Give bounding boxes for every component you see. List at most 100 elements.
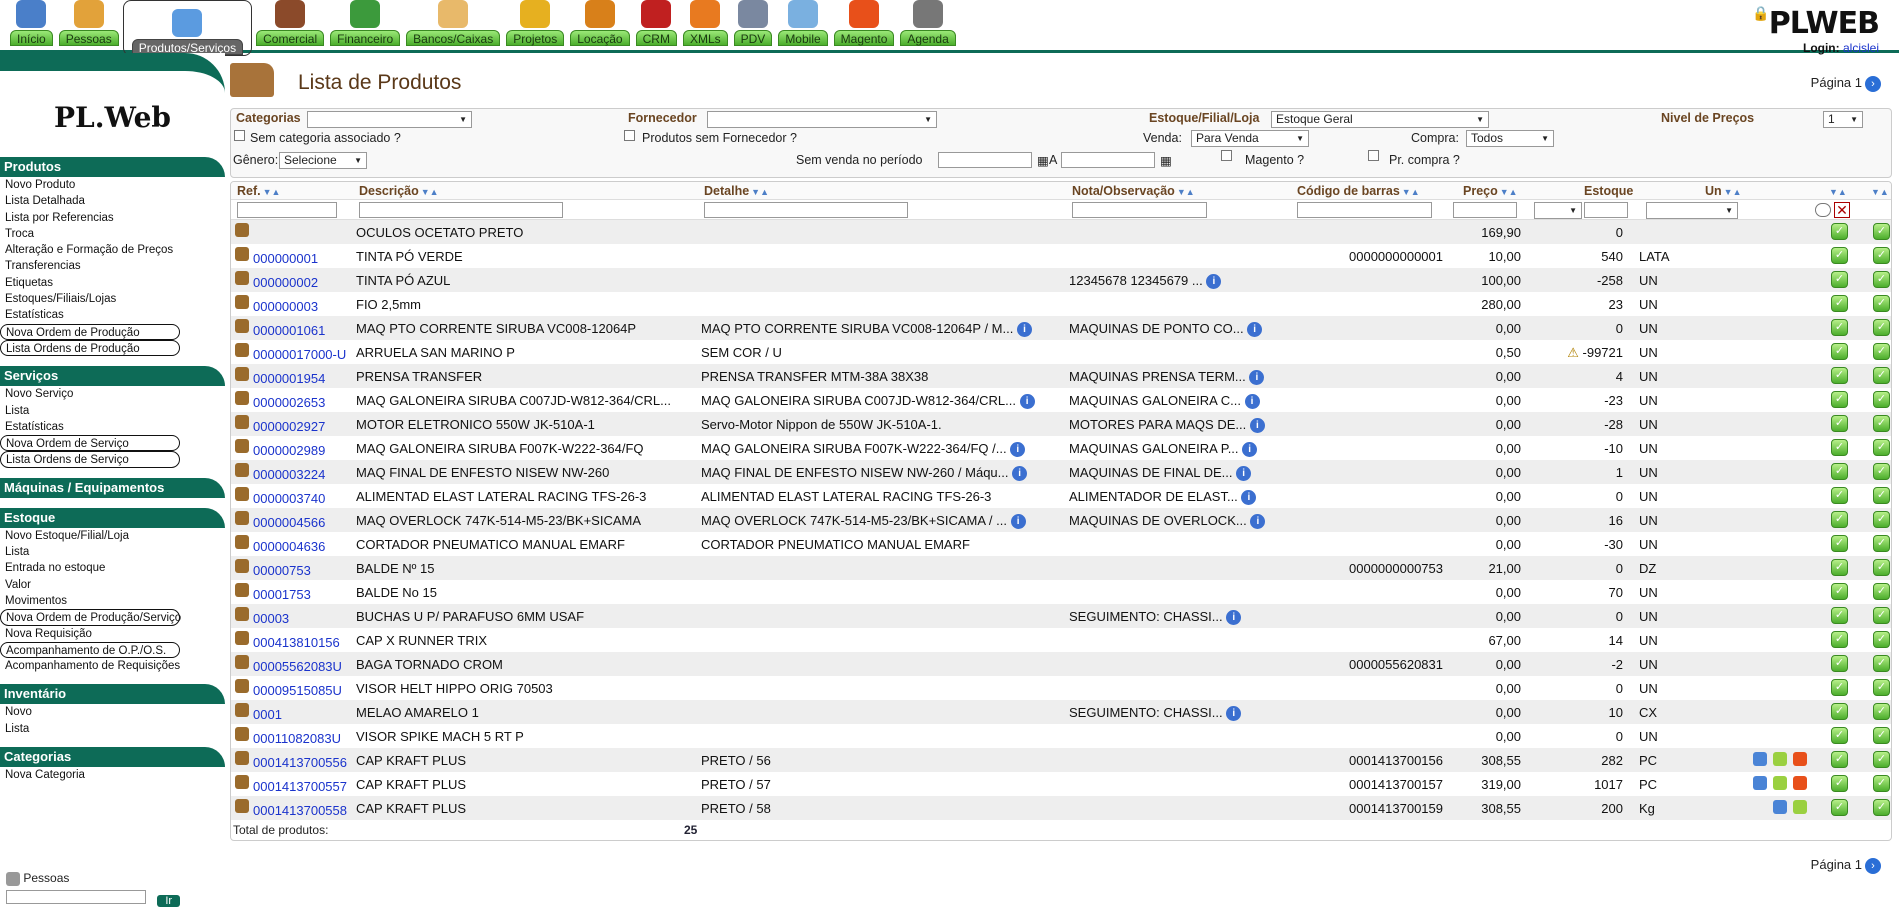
people-search-input[interactable] bbox=[6, 889, 146, 904]
select-row-icon[interactable]: ✓ bbox=[1831, 391, 1848, 408]
preco-compra-checkbox[interactable] bbox=[1368, 150, 1379, 161]
table-row[interactable]: 0000004566 MAQ OVERLOCK 747K-514-M5-23/BK… bbox=[231, 508, 1891, 532]
pagination-bottom[interactable]: Página 1 › bbox=[1811, 857, 1881, 874]
filter-un-select[interactable] bbox=[1646, 202, 1738, 219]
table-row[interactable]: 000413810156 CAP X RUNNER TRIX 67,00 14 UN ✓ ✓ bbox=[231, 628, 1891, 652]
product-box-icon[interactable] bbox=[235, 535, 249, 549]
edit-row-icon[interactable]: ✓ bbox=[1873, 799, 1890, 816]
ref-link[interactable]: 00003 bbox=[253, 611, 289, 626]
table-row[interactable]: 00001753 BALDE No 15 0,00 70 UN ✓ ✓ bbox=[231, 580, 1891, 604]
ref-link[interactable]: 00000017000-U bbox=[253, 347, 346, 362]
edit-row-icon[interactable]: ✓ bbox=[1873, 655, 1890, 672]
info-icon[interactable]: i bbox=[1241, 490, 1257, 506]
ref-link[interactable]: 00005562083U bbox=[253, 659, 342, 674]
sidebar-item[interactable]: Troca bbox=[0, 226, 225, 242]
edit-row-icon[interactable]: ✓ bbox=[1873, 775, 1890, 792]
product-box-icon[interactable] bbox=[235, 295, 249, 309]
sidebar-item[interactable]: Novo Produto bbox=[0, 177, 225, 193]
sidebar-item[interactable]: Nova Ordem de Serviço bbox=[0, 435, 180, 452]
product-box-icon[interactable] bbox=[235, 223, 249, 237]
select-row-icon[interactable]: ✓ bbox=[1831, 799, 1848, 816]
table-row[interactable]: 000000002 TINTA PÓ AZUL 12345678 12345679 … bbox=[231, 268, 1891, 292]
sidebar-item[interactable]: Lista bbox=[0, 403, 225, 419]
table-row[interactable]: 0000002927 MOTOR ELETRONICO 550W JK-510A-… bbox=[231, 412, 1891, 436]
select-row-icon[interactable]: ✓ bbox=[1831, 343, 1848, 360]
select-row-icon[interactable]: ✓ bbox=[1831, 295, 1848, 312]
edit-row-icon[interactable]: ✓ bbox=[1873, 295, 1890, 312]
table-row[interactable]: 00009515085U VISOR HELT HIPPO ORIG 70503 0… bbox=[231, 676, 1891, 700]
select-row-icon[interactable]: ✓ bbox=[1831, 775, 1848, 792]
select-row-icon[interactable]: ✓ bbox=[1831, 655, 1848, 672]
table-row[interactable]: 00011082083U VISOR SPIKE MACH 5 RT P 0,00 0… bbox=[231, 724, 1891, 748]
product-box-icon[interactable] bbox=[235, 631, 249, 645]
fornecedor-select[interactable] bbox=[707, 111, 937, 128]
col-estoque[interactable]: Estoque bbox=[1584, 184, 1633, 198]
product-box-icon[interactable] bbox=[235, 487, 249, 501]
edit-row-icon[interactable]: ✓ bbox=[1873, 631, 1890, 648]
select-row-icon[interactable]: ✓ bbox=[1831, 271, 1848, 288]
ref-link[interactable]: 00001753 bbox=[253, 587, 311, 602]
table-row[interactable]: 0001 MELAO AMARELO 1 SEGUIMENTO: CHASSI...… bbox=[231, 700, 1891, 724]
edit-row-icon[interactable]: ✓ bbox=[1873, 703, 1890, 720]
nav-item-8[interactable]: CRM bbox=[634, 0, 679, 46]
select-row-icon[interactable]: ✓ bbox=[1831, 511, 1848, 528]
filter-preco-input[interactable] bbox=[1453, 202, 1517, 218]
filter-codigo-input[interactable] bbox=[1297, 202, 1432, 218]
col-nota[interactable]: Nota/Observação ▼▲ bbox=[1072, 184, 1195, 198]
sidebar-section-title[interactable]: Serviços bbox=[0, 366, 225, 387]
select-row-icon[interactable]: ✓ bbox=[1831, 559, 1848, 576]
table-row[interactable]: 00000017000-U ARRUELA SAN MARINO P SEM COR… bbox=[231, 340, 1891, 364]
next-page-icon[interactable]: › bbox=[1865, 76, 1881, 92]
info-icon[interactable]: i bbox=[1016, 322, 1032, 338]
ref-link[interactable]: 000000002 bbox=[253, 275, 318, 290]
nav-item-11[interactable]: Mobile bbox=[776, 0, 829, 46]
info-icon[interactable]: i bbox=[1249, 418, 1265, 434]
product-box-icon[interactable] bbox=[235, 727, 249, 741]
product-box-icon[interactable] bbox=[235, 559, 249, 573]
nav-item-4[interactable]: Financeiro bbox=[328, 0, 402, 46]
clear-filter-icon[interactable]: ✕ bbox=[1834, 202, 1850, 218]
pagination-top[interactable]: Página 1 › bbox=[1811, 75, 1881, 92]
edit-row-icon[interactable]: ✓ bbox=[1873, 439, 1890, 456]
venda-select[interactable]: Para Venda bbox=[1191, 130, 1309, 147]
select-row-icon[interactable]: ✓ bbox=[1831, 223, 1848, 240]
ref-link[interactable]: 0001 bbox=[253, 707, 282, 722]
ref-link[interactable]: 00011082083U bbox=[253, 731, 341, 746]
next-page-icon[interactable]: › bbox=[1865, 858, 1881, 874]
select-row-icon[interactable]: ✓ bbox=[1831, 703, 1848, 720]
picture-icon[interactable] bbox=[1753, 776, 1767, 790]
col-preco[interactable]: Preço ▼▲ bbox=[1463, 184, 1518, 198]
sidebar-item[interactable]: Estatísticas bbox=[0, 307, 225, 323]
filter-estoque-input[interactable] bbox=[1584, 202, 1628, 218]
table-row[interactable]: 0001413700557 CAP KRAFT PLUS PRETO / 57 000… bbox=[231, 772, 1891, 796]
ref-link[interactable]: 0001413700558 bbox=[253, 803, 347, 818]
info-icon[interactable]: i bbox=[1244, 394, 1260, 410]
info-icon[interactable]: i bbox=[1019, 394, 1035, 410]
col-ref[interactable]: Ref. ▼▲ bbox=[237, 184, 280, 198]
select-row-icon[interactable]: ✓ bbox=[1831, 367, 1848, 384]
nivel-precos-select[interactable]: 1 bbox=[1823, 111, 1863, 128]
calendar-icon[interactable]: ▦ bbox=[1037, 153, 1049, 168]
select-row-icon[interactable]: ✓ bbox=[1831, 631, 1848, 648]
table-row[interactable]: 0000004636 CORTADOR PNEUMATICO MANUAL EMA… bbox=[231, 532, 1891, 556]
sidebar-item[interactable]: Lista Ordens de Produção bbox=[0, 339, 180, 357]
nav-item-1[interactable]: Pessoas bbox=[57, 0, 121, 46]
nav-item-9[interactable]: XMLs bbox=[681, 0, 730, 46]
table-row[interactable]: OCULOS OCETATO PRETO 169,90 0 ✓ ✓ bbox=[231, 220, 1891, 244]
product-box-icon[interactable] bbox=[235, 799, 249, 813]
sidebar-section-title[interactable]: Produtos bbox=[0, 157, 225, 177]
nav-item-12[interactable]: Magento bbox=[832, 0, 897, 46]
edit-row-icon[interactable]: ✓ bbox=[1873, 271, 1890, 288]
nav-item-10[interactable]: PDV bbox=[732, 0, 775, 46]
edit-row-icon[interactable]: ✓ bbox=[1873, 751, 1890, 768]
date-from-input[interactable] bbox=[938, 152, 1032, 168]
picture-icon[interactable] bbox=[1773, 800, 1787, 814]
edit-row-icon[interactable]: ✓ bbox=[1873, 559, 1890, 576]
select-row-icon[interactable]: ✓ bbox=[1831, 439, 1848, 456]
compra-select[interactable]: Todos bbox=[1466, 130, 1554, 147]
sidebar-item[interactable]: Lista bbox=[0, 721, 225, 737]
calendar-icon[interactable]: ▦ bbox=[1160, 153, 1172, 168]
col-un[interactable]: Un ▼▲ bbox=[1705, 184, 1742, 198]
sidebar-item[interactable]: Lista por Referencias bbox=[0, 210, 225, 226]
product-box-icon[interactable] bbox=[235, 655, 249, 669]
